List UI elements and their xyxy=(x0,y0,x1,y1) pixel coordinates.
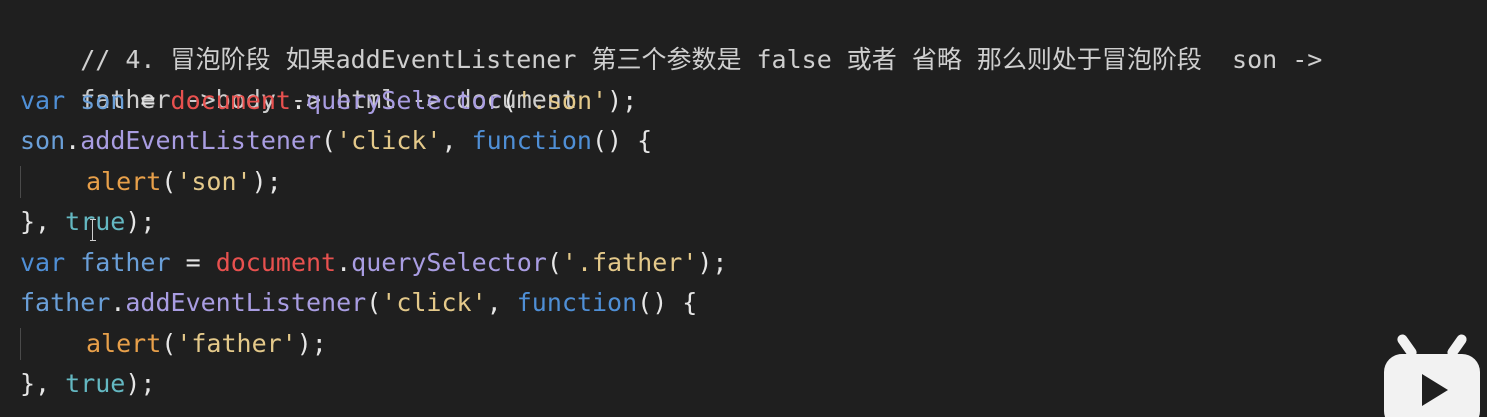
variable-token: father xyxy=(20,288,111,317)
boolean-token: true xyxy=(65,369,126,398)
punct-token: }, xyxy=(20,369,66,398)
code-line-6[interactable]: }, true); xyxy=(20,202,155,242)
method-token: querySelector xyxy=(351,248,547,277)
keyword-token: var xyxy=(20,86,66,115)
code-editor[interactable]: // 4. 冒泡阶段 如果addEventListener 第三个参数是 fal… xyxy=(0,0,1487,417)
variable-token: son xyxy=(20,126,66,155)
code-line-2[interactable]: father ->body -> html -> document xyxy=(20,40,577,114)
punct-token: ( xyxy=(366,288,382,317)
punct-token: ); xyxy=(125,207,156,236)
string-token: 'click' xyxy=(381,288,487,317)
punct-token: . xyxy=(290,86,307,115)
operator-token: = xyxy=(170,248,216,277)
code-line-8[interactable]: father.addEventListener('click', functio… xyxy=(20,283,697,323)
string-token: 'click' xyxy=(336,126,442,155)
string-token: '.son' xyxy=(516,86,608,115)
indent-guide xyxy=(20,324,86,364)
punct-token: ); xyxy=(125,369,156,398)
operator-token: = xyxy=(125,86,171,115)
punct-token: ); xyxy=(697,248,728,277)
punct-token: ( xyxy=(161,329,177,358)
code-line-4[interactable]: son.addEventListener('click', function()… xyxy=(20,121,652,161)
punct-token: . xyxy=(65,126,81,155)
punct-token: ); xyxy=(251,167,282,196)
variable-token: father xyxy=(80,248,171,277)
punct-token: ); xyxy=(607,86,638,115)
punct-token: ( xyxy=(546,248,562,277)
variable-token: son xyxy=(80,86,126,115)
indent-guide xyxy=(20,162,86,202)
method-token: querySelector xyxy=(306,86,502,115)
punct-token: }, xyxy=(20,207,66,236)
keyword-token: function xyxy=(516,288,638,317)
string-token: 'father' xyxy=(176,329,297,358)
code-line-7[interactable]: var father = document.querySelector('.fa… xyxy=(20,243,727,283)
punct-token: ( xyxy=(501,86,517,115)
object-token: document xyxy=(215,248,337,277)
function-call-token: alert xyxy=(86,329,162,358)
keyword-token: function xyxy=(471,126,592,155)
code-line-1[interactable]: // 4. 冒泡阶段 如果addEventListener 第三个参数是 fal… xyxy=(20,0,1322,74)
punct-token: , xyxy=(441,126,472,155)
punct-token: , xyxy=(486,288,517,317)
punct-token: () { xyxy=(592,126,653,155)
code-line-3[interactable]: var son = document.querySelector('.son')… xyxy=(20,81,637,121)
string-token: 'son' xyxy=(176,167,252,196)
function-call-token: alert xyxy=(86,167,162,196)
string-token: '.father' xyxy=(561,248,698,277)
punct-token: () { xyxy=(637,288,698,317)
code-line-9[interactable]: alert('father'); xyxy=(20,324,327,364)
method-token: addEventListener xyxy=(125,288,367,317)
code-line-10[interactable]: }, true); xyxy=(20,364,155,404)
method-token: addEventListener xyxy=(80,126,322,155)
punct-token: ); xyxy=(296,329,327,358)
punct-token: . xyxy=(336,248,352,277)
punct-token: . xyxy=(110,288,126,317)
punct-token: ( xyxy=(161,167,177,196)
punct-token: ( xyxy=(321,126,337,155)
code-line-5[interactable]: alert('son'); xyxy=(20,162,282,202)
bilibili-logo-icon xyxy=(1384,334,1480,417)
text-cursor-icon xyxy=(90,219,96,241)
object-token: document xyxy=(170,86,291,115)
keyword-token: var xyxy=(20,248,66,277)
